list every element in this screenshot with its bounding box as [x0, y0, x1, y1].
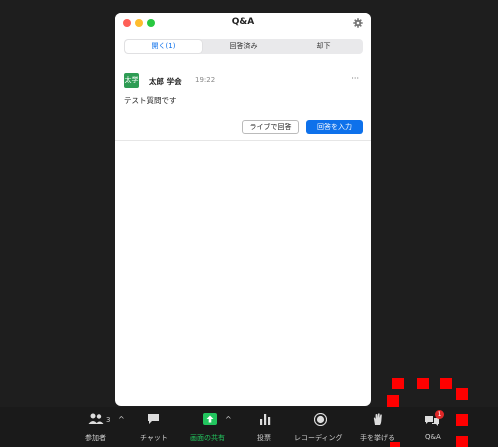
- record-icon: [314, 413, 327, 426]
- qa-label: Q&A: [425, 433, 441, 441]
- chat-icon: [148, 414, 159, 424]
- recording-label: レコーディング: [294, 434, 343, 442]
- tab-open[interactable]: 開く(1): [125, 40, 202, 53]
- marker-square: [392, 378, 404, 389]
- marker-square: [456, 388, 468, 400]
- qa-button[interactable]: 1 Q&A: [420, 407, 450, 447]
- type-answer-button[interactable]: 回答を入力: [306, 120, 363, 134]
- polls-icon: [260, 414, 271, 425]
- share-screen-caret-icon[interactable]: ^: [225, 415, 232, 424]
- marker-square: [390, 442, 400, 447]
- avatar: 太学: [124, 73, 139, 88]
- polls-button[interactable]: 投票: [255, 407, 277, 447]
- raise-hand-icon: [373, 413, 382, 425]
- raise-hand-button[interactable]: 手を挙げる: [360, 407, 400, 447]
- chat-button[interactable]: チャット: [140, 407, 180, 447]
- polls-label: 投票: [257, 434, 271, 442]
- participants-label: 参加者: [85, 434, 106, 442]
- share-screen-button[interactable]: ^ 画面の共有: [190, 407, 245, 447]
- tab-dismissed[interactable]: 却下: [285, 40, 362, 53]
- question-author: 太郎 学会: [149, 77, 182, 86]
- title-bar: Q&A: [115, 13, 371, 35]
- marker-square: [440, 378, 452, 389]
- divider: [115, 140, 371, 141]
- participants-button[interactable]: 3 ^ 参加者: [80, 407, 130, 447]
- participants-icon: [88, 413, 104, 424]
- marker-square: [417, 378, 429, 389]
- question-time: 19:22: [195, 76, 216, 84]
- participants-count: 3: [106, 416, 111, 424]
- marker-square: [456, 436, 468, 447]
- gear-icon[interactable]: [353, 18, 363, 28]
- more-options-icon[interactable]: ···: [351, 74, 359, 83]
- participants-caret-icon[interactable]: ^: [118, 415, 125, 424]
- qa-tabs: 開く(1) 回答済み 却下: [124, 39, 363, 54]
- tab-answered[interactable]: 回答済み: [205, 40, 282, 53]
- answer-live-button[interactable]: ライブで回答: [242, 120, 299, 134]
- share-screen-icon: [203, 413, 217, 425]
- meeting-toolbar: 3 ^ 参加者 チャット ^ 画面の共有 投票 レコーディング 手を挙げる 1 …: [0, 407, 498, 447]
- marker-square: [387, 395, 399, 407]
- recording-button[interactable]: レコーディング: [294, 407, 350, 447]
- question-text: テスト質問です: [124, 96, 177, 105]
- window-title: Q&A: [231, 17, 255, 27]
- question-item: 太学 太郎 学会 19:22 ··· テスト質問です ライブで回答 回答を入力: [115, 73, 371, 140]
- qa-window: Q&A 開く(1) 回答済み 却下 太学 太郎 学会 19:22 ··· テスト…: [115, 13, 371, 406]
- share-screen-label: 画面の共有: [190, 434, 225, 442]
- marker-square: [456, 414, 468, 426]
- chat-label: チャット: [140, 434, 168, 442]
- qa-badge: 1: [435, 410, 444, 419]
